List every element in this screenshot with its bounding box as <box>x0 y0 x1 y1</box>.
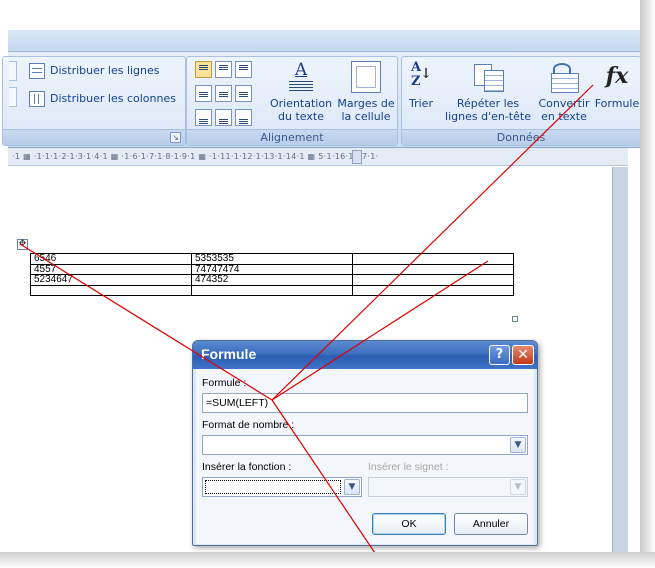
ribbon: Distribuer les lignes Distribuer les col… <box>2 52 641 148</box>
repeat-header-rows-button[interactable]: Répéter les lignes d'en-tête <box>442 61 534 123</box>
dialog-title: Formule <box>201 346 257 362</box>
align-middle-left-icon[interactable] <box>195 85 212 102</box>
help-icon[interactable]: ? <box>489 345 510 365</box>
chevron-down-icon[interactable]: ▼ <box>510 437 526 453</box>
distribute-rows-label: Distribuer les lignes <box>50 64 160 77</box>
distribute-rows-icon <box>29 63 45 79</box>
sort-label: Trier <box>409 97 433 110</box>
formula-field[interactable]: =SUM(LEFT) <box>202 393 528 413</box>
ok-button[interactable]: OK <box>372 513 446 535</box>
paste-function-select[interactable]: ▼ <box>202 477 362 497</box>
ribbon-group-alignment: A Orientation du texte Marges de la cell… <box>186 56 398 146</box>
vertical-scrollbar[interactable] <box>612 167 628 552</box>
dialog-launcher-icon[interactable]: ↘ <box>170 132 181 143</box>
table-cell[interactable] <box>352 274 514 286</box>
group-label-data: Données <box>402 129 640 145</box>
text-direction-label-2: du texte <box>278 110 324 123</box>
table-move-handle-icon[interactable]: ✥ <box>17 239 28 250</box>
alignment-grid <box>195 61 255 127</box>
close-icon[interactable]: ✕ <box>512 345 534 365</box>
convert-to-text-label-2: en texte <box>541 110 587 123</box>
sort-arrow-icon: ↓ <box>420 66 432 82</box>
distribute-columns-label: Distribuer les colonnes <box>50 92 176 105</box>
cell-margins-icon <box>351 61 381 93</box>
convert-to-text-label-1: Convertir <box>538 97 590 110</box>
align-bottom-left-icon[interactable] <box>195 109 212 126</box>
table-row: 6546 5353535 <box>30 253 514 265</box>
ribbon-group-cell-size: Distribuer les lignes Distribuer les col… <box>2 56 186 146</box>
formula-button[interactable]: fx Formule <box>594 61 640 110</box>
window-top-area <box>0 0 655 30</box>
convert-to-text-icon <box>547 61 581 93</box>
chevron-down-icon[interactable]: ▼ <box>344 479 360 495</box>
group-label-alignment: Alignement <box>187 129 397 145</box>
distribute-columns-button[interactable]: Distribuer les colonnes <box>29 89 176 109</box>
align-middle-right-icon[interactable] <box>235 85 252 102</box>
ruler-column-marker[interactable] <box>352 150 362 164</box>
formula-dialog: Formule ? ✕ Formule : =SUM(LEFT) Format … <box>192 340 538 546</box>
focus-indicator <box>205 480 341 494</box>
document-table: 6546 5353535 4557 74747474 5234647 474352 <box>30 253 514 296</box>
number-format-select[interactable]: ▼ <box>202 435 528 455</box>
cell-margins-button[interactable]: Marges de la cellule <box>335 61 397 123</box>
formula-fx-icon: fx <box>605 63 629 89</box>
align-bottom-center-icon[interactable] <box>215 109 232 126</box>
align-middle-center-icon[interactable] <box>215 85 232 102</box>
ribbon-tab-strip <box>8 30 640 52</box>
table-cell[interactable]: 4557 <box>30 263 192 275</box>
sort-az-icon: A Z ↓ <box>407 61 435 93</box>
group-label-cell-size <box>3 129 185 145</box>
table-cell[interactable]: 74747474 <box>191 263 353 275</box>
convert-to-text-button[interactable]: Convertir en texte <box>536 61 592 123</box>
formula-label: Formule <box>594 97 640 110</box>
page-shadow-bottom <box>0 552 655 568</box>
bookmark-label: Insérer le signet : <box>368 461 449 473</box>
align-top-left-icon[interactable] <box>195 61 212 78</box>
repeat-header-rows-icon <box>471 61 505 93</box>
sort-icon-letter-z: Z <box>411 74 421 89</box>
align-top-right-icon[interactable] <box>235 61 252 78</box>
table-cell[interactable]: 5234647 <box>30 274 192 286</box>
table-cell[interactable]: 6546 <box>30 253 192 265</box>
table-cell[interactable] <box>352 253 514 265</box>
distribute-rows-button[interactable]: Distribuer les lignes <box>29 61 160 81</box>
cell-margins-label-2: la cellule <box>341 110 391 123</box>
repeat-header-label-1: Répéter les <box>456 97 520 110</box>
paste-function-label: Insérer la fonction : <box>202 461 292 473</box>
table-row <box>30 284 514 296</box>
align-bottom-right-icon[interactable] <box>235 109 252 126</box>
cell-margins-label-1: Marges de <box>337 97 395 110</box>
repeat-header-label-2: lignes d'en-tête <box>445 110 531 123</box>
ruler-ticks: ·1 ▦ ·1·1·1·2·1·3·1·4·1 ▦ ·1·6·1·7·1·8·1… <box>12 152 379 161</box>
ribbon-partial-button[interactable] <box>9 87 17 107</box>
dialog-body: Formule : =SUM(LEFT) Format de nombre : … <box>196 369 534 544</box>
text-direction-button[interactable]: A Orientation du texte <box>265 61 337 123</box>
table-cell[interactable] <box>352 263 514 275</box>
ribbon-partial-button[interactable] <box>9 61 17 81</box>
table-cell[interactable] <box>191 284 353 296</box>
table-cell[interactable] <box>30 284 192 296</box>
bookmark-select[interactable]: ▼ <box>368 477 528 497</box>
sort-button[interactable]: A Z ↓ Trier <box>404 61 438 111</box>
table-resize-handle[interactable] <box>512 316 518 322</box>
table-cell[interactable]: 474352 <box>191 274 353 286</box>
table-row: 4557 74747474 <box>30 263 514 275</box>
text-direction-label-1: Orientation <box>269 97 333 110</box>
page-shadow-right <box>640 0 655 568</box>
align-top-center-icon[interactable] <box>215 61 232 78</box>
table-cell[interactable]: 5353535 <box>191 253 353 265</box>
dialog-title-bar[interactable]: Formule ? ✕ <box>193 341 537 369</box>
cancel-button[interactable]: Annuler <box>454 513 528 535</box>
number-format-label: Format de nombre : <box>202 419 295 431</box>
text-direction-icon: A <box>286 61 316 93</box>
table-cell[interactable] <box>352 284 514 296</box>
distribute-columns-icon <box>29 91 45 107</box>
table-row: 5234647 474352 <box>30 274 514 286</box>
ribbon-group-data: A Z ↓ Trier Répéter les lignes d'en-tête C… <box>401 56 641 146</box>
horizontal-ruler[interactable]: ·1 ▦ ·1·1·1·2·1·3·1·4·1 ▦ ·1·6·1·7·1·8·1… <box>8 148 628 166</box>
formula-field-label: Formule : <box>202 377 247 389</box>
chevron-down-icon[interactable]: ▼ <box>510 479 526 495</box>
